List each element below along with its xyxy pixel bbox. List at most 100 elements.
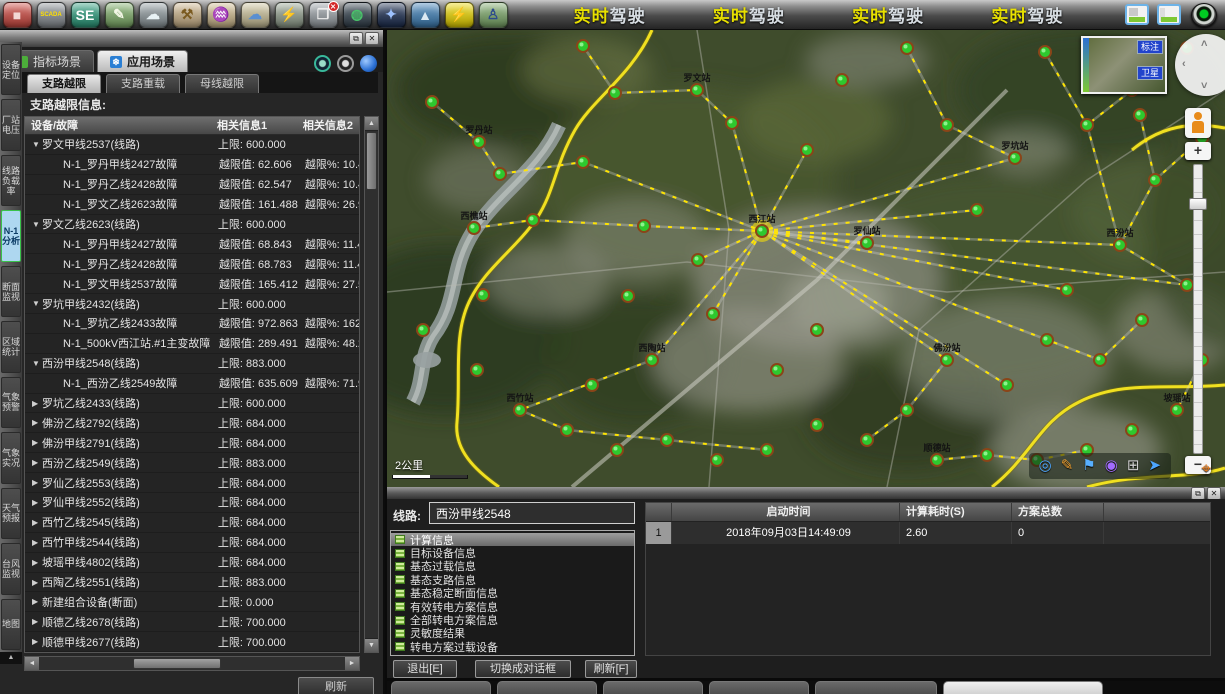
strip-item-entry[interactable]: 天气预报: [1, 488, 21, 539]
station-marker[interactable]: [611, 444, 623, 456]
station-marker[interactable]: [971, 204, 983, 216]
table-row[interactable]: N-1_罗文乙线2623故障越限值: 161.488越限%: 26.9: [25, 195, 359, 215]
station-marker[interactable]: [707, 308, 719, 320]
zoom-slider-handle[interactable]: [1189, 198, 1207, 210]
strip-item-active[interactable]: N-1分析: [1, 210, 21, 261]
station-marker[interactable]: [1061, 284, 1073, 296]
collapse-icon[interactable]: ▶: [32, 438, 42, 447]
calc-list-item[interactable]: 转电方案过载设备: [391, 640, 634, 653]
horizontal-scroll-thumb[interactable]: [133, 658, 221, 669]
bottom-tab[interactable]: [497, 681, 597, 694]
vertical-scroll-thumb[interactable]: [366, 132, 377, 190]
station-marker[interactable]: [801, 144, 813, 156]
collapse-icon[interactable]: ▶: [32, 418, 42, 427]
station-marker[interactable]: [1149, 174, 1161, 186]
table-row[interactable]: ▶罗仙乙线2553(线路)上限: 684.000: [25, 473, 359, 493]
station-marker[interactable]: [941, 119, 953, 131]
table-row[interactable]: N-1_罗丹甲线2427故障越限值: 68.843越限%: 11.4: [25, 234, 359, 254]
record-green-icon[interactable]: [314, 55, 331, 72]
station-marker[interactable]: [609, 87, 621, 99]
derrick-app-icon[interactable]: ⚒: [173, 2, 202, 28]
table-row[interactable]: ▶新建组合设备(断面)上限: 0.000: [25, 592, 359, 612]
scroll-right-icon[interactable]: ►: [345, 657, 359, 670]
bottom-tab[interactable]: [709, 681, 809, 694]
scada-app-icon[interactable]: SCADA: [37, 2, 66, 28]
station-marker[interactable]: [692, 254, 704, 266]
table-row[interactable]: ▶罗坑乙线2433(线路)上限: 600.000: [25, 394, 359, 414]
menu-item-realtime-driving[interactable]: 实时驾驶: [852, 2, 924, 27]
strip-item-entry[interactable]: 线路负载率: [1, 155, 21, 206]
station-marker[interactable]: [1081, 119, 1093, 131]
station-marker[interactable]: [901, 42, 913, 54]
station-marker[interactable]: [861, 434, 873, 446]
station-marker[interactable]: [1136, 314, 1148, 326]
tab-bus-limit[interactable]: 母线越限: [185, 74, 259, 93]
station-marker[interactable]: [1094, 354, 1106, 366]
scroll-down-icon[interactable]: ▼: [365, 638, 378, 652]
menu-item-realtime-driving[interactable]: 实时驾驶: [991, 2, 1063, 27]
station-marker[interactable]: [527, 214, 539, 226]
satellite-map[interactable]: 罗丹站西樵站罗文站西江站罗仙站罗坑站西汾站佛汾站西竹站顺德站坡瑶站西陶站 2公里…: [387, 30, 1225, 487]
bottom-tab[interactable]: [943, 681, 1103, 694]
pan-down-icon[interactable]: ˅: [1201, 80, 1207, 92]
expand-icon[interactable]: ▼: [32, 299, 42, 308]
vertical-scrollbar[interactable]: ▲ ▼: [364, 116, 379, 653]
collapse-icon[interactable]: ▶: [32, 538, 42, 547]
refresh-f-button[interactable]: 刷新[F]: [585, 660, 637, 678]
layout-toggle-left-icon[interactable]: [1125, 4, 1149, 25]
menu-item-realtime-driving[interactable]: 实时驾驶: [574, 2, 646, 27]
ruler-icon[interactable]: ✎: [1061, 454, 1074, 478]
bottom-tab[interactable]: [815, 681, 937, 694]
station-marker[interactable]: [811, 419, 823, 431]
collapse-icon[interactable]: ▶: [32, 617, 42, 626]
station-marker[interactable]: [426, 96, 438, 108]
station-marker[interactable]: [1001, 379, 1013, 391]
globe-button-icon[interactable]: [360, 55, 377, 72]
strip-item-entry[interactable]: 气象实况: [1, 432, 21, 483]
scroll-up-icon[interactable]: ▲: [365, 117, 378, 131]
strip-more-icon[interactable]: ▲: [0, 652, 22, 664]
record-grey-icon[interactable]: [337, 55, 354, 72]
scroll-left-icon[interactable]: ◄: [25, 657, 39, 670]
collapse-icon[interactable]: ▶: [32, 578, 42, 587]
collapse-icon[interactable]: ▶: [32, 558, 42, 567]
station-marker[interactable]: [577, 40, 589, 52]
pan-left-icon[interactable]: ‹: [1182, 58, 1186, 70]
station-marker[interactable]: [981, 449, 993, 461]
strip-item-entry[interactable]: 气象预警: [1, 377, 21, 428]
table-row[interactable]: ▶罗仙甲线2552(线路)上限: 684.000: [25, 493, 359, 513]
exit-button[interactable]: 退出[E]: [393, 660, 457, 678]
se-app-icon[interactable]: SE: [71, 2, 100, 28]
station-marker[interactable]: [901, 404, 913, 416]
map-label-toggle[interactable]: 标注: [1137, 40, 1163, 54]
cloud-app-icon[interactable]: ☁: [241, 2, 270, 28]
expand-icon[interactable]: ▼: [32, 220, 42, 229]
station-marker[interactable]: [561, 424, 573, 436]
result-row[interactable]: 12018年09月03日14:49:092.600: [646, 522, 1210, 544]
table-row[interactable]: ▶顺德甲线2677(线路)上限: 700.000: [25, 632, 359, 652]
menu-item-realtime-driving[interactable]: 实时驾驶: [713, 2, 785, 27]
hazard-app-icon[interactable]: ⚡: [445, 2, 474, 28]
station-marker[interactable]: [622, 290, 634, 302]
tab-app-scene[interactable]: ❄应用场景: [97, 50, 188, 72]
flag-icon[interactable]: ⚑: [1082, 454, 1095, 478]
layout-toggle-bottom-icon[interactable]: [1157, 4, 1181, 25]
switch-dialog-button[interactable]: 切换成对话框: [475, 660, 571, 678]
network-app-icon[interactable]: ✦: [377, 2, 406, 28]
station-marker[interactable]: [771, 364, 783, 376]
station-marker[interactable]: [477, 289, 489, 301]
station-marker[interactable]: [726, 117, 738, 129]
station-marker[interactable]: [1039, 46, 1051, 58]
station-marker[interactable]: [471, 364, 483, 376]
table-row[interactable]: N-1_罗丹乙线2428故障越限值: 68.783越限%: 11.4: [25, 254, 359, 274]
edit-app-icon[interactable]: ✎: [105, 2, 134, 28]
station-marker[interactable]: [1181, 279, 1193, 291]
strip-item-entry[interactable]: 区域统计: [1, 321, 21, 372]
table-row[interactable]: ▼罗文甲线2537(线路)上限: 600.000: [25, 135, 359, 155]
tab-branch-limit[interactable]: 支路越限: [27, 74, 101, 93]
operator-app-icon[interactable]: ♙: [479, 2, 508, 28]
table-row[interactable]: N-1_500kV西江站.#1主变故障越限值: 289.491越限%: 48.2: [25, 334, 359, 354]
station-marker[interactable]: [811, 324, 823, 336]
pin-icon[interactable]: ◉: [1105, 454, 1118, 478]
table-row[interactable]: N-1_西汾乙线2549故障越限值: 635.609越限%: 71.9: [25, 374, 359, 394]
